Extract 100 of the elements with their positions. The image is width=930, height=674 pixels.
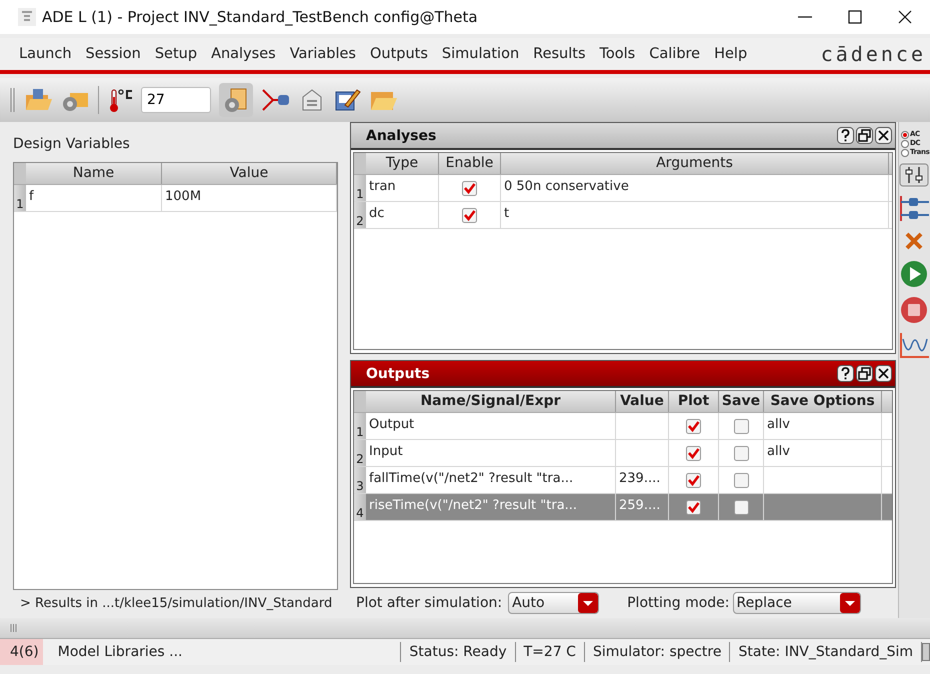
row-number: 1 <box>14 185 26 211</box>
float-window-icon[interactable] <box>856 127 873 144</box>
status-text: Model Libraries ... <box>42 642 402 662</box>
table-cell: 100M <box>162 185 337 211</box>
column-header[interactable]: Type <box>366 153 439 174</box>
results-path: > Results in ...t/klee15/simulation/INV_Standard <box>19 595 332 613</box>
checkbox[interactable] <box>686 472 701 488</box>
row-number: 1 <box>354 175 366 201</box>
table-cell: 259.... <box>616 494 669 520</box>
status-text: 4(6) <box>0 639 43 665</box>
table-cell: Output <box>366 413 616 439</box>
table-cell: f <box>26 185 162 211</box>
menu-item[interactable]: Session <box>78 43 148 65</box>
menu-item[interactable]: Outputs <box>362 43 435 65</box>
column-header[interactable]: Save <box>719 391 764 412</box>
row-number: 4 <box>354 494 366 520</box>
table-row[interactable]: 3 fallTime(v("/net2" ?result "tra... 239.... <box>354 467 892 494</box>
brand-logo: cādence <box>820 42 926 66</box>
menu-item[interactable]: Simulation <box>434 43 526 65</box>
column-header[interactable]: Name/Signal/Expr <box>366 391 616 412</box>
thermometer-icon <box>107 87 133 113</box>
checkbox[interactable] <box>462 208 477 222</box>
radio-button[interactable] <box>901 140 909 148</box>
column-header[interactable]: Plot <box>669 391 719 412</box>
row-number: 2 <box>354 440 366 466</box>
menu-item[interactable]: Launch <box>12 43 79 65</box>
table-cell: t <box>501 202 889 228</box>
waveform-icon[interactable] <box>899 331 929 359</box>
panel-title: Design Variables <box>12 135 131 154</box>
table-cell: Input <box>366 440 616 466</box>
row-number: 2 <box>354 202 366 228</box>
field-label: Plot after simulation: <box>356 595 502 611</box>
checkbox[interactable] <box>734 446 748 460</box>
folder-icon[interactable] <box>24 87 52 113</box>
menu-item[interactable]: Setup <box>148 43 204 65</box>
grip-icon <box>10 86 16 114</box>
table-corner <box>354 391 366 412</box>
float-window-icon[interactable] <box>856 365 873 382</box>
row-number: 3 <box>354 467 366 493</box>
checkbox[interactable] <box>686 446 701 460</box>
close-icon[interactable] <box>897 9 913 25</box>
table-row[interactable]: 1 Output allv <box>354 413 892 440</box>
checkbox[interactable] <box>734 472 748 488</box>
gear-document-icon[interactable] <box>223 87 249 113</box>
table-corner <box>354 153 366 174</box>
sliders-icon[interactable] <box>899 163 929 187</box>
column-header[interactable]: Value <box>616 391 669 412</box>
menu-item[interactable]: Tools <box>592 43 642 65</box>
checkbox[interactable] <box>686 418 701 434</box>
menu-item[interactable]: Help <box>707 43 754 65</box>
table-cell: allv <box>764 440 882 466</box>
grip-icon <box>10 624 17 632</box>
help-icon[interactable] <box>837 365 854 382</box>
column-header[interactable]: Arguments <box>501 153 889 174</box>
checkbox[interactable] <box>734 500 748 514</box>
column-header[interactable]: Value <box>162 163 337 184</box>
table-cell: tran <box>366 175 439 201</box>
menu-item[interactable]: Calibre <box>642 43 708 65</box>
run-icon[interactable] <box>899 259 929 289</box>
column-header[interactable]: Name <box>26 163 162 184</box>
plot-after-dropdown[interactable]: Auto <box>508 592 600 614</box>
status-text: Simulator: spectre <box>584 642 730 662</box>
maximize-icon[interactable] <box>847 9 863 25</box>
row-number: 1 <box>354 413 366 439</box>
plotting-mode-dropdown[interactable]: Replace <box>732 592 861 614</box>
temperature-field[interactable]: 27 <box>141 87 211 113</box>
menu-item[interactable]: Variables <box>282 43 363 65</box>
checkbox[interactable] <box>462 180 477 196</box>
panel-title: Analyses <box>366 128 438 144</box>
menu-item[interactable]: Results <box>526 43 593 65</box>
status-text: T=27 C <box>516 642 585 662</box>
table-cell: 0 50n conservative <box>501 175 889 201</box>
checkbox[interactable] <box>734 418 748 434</box>
window-title: ADE L (1) - Project INV_Standard_TestBench config@Theta <box>42 8 479 26</box>
table-cell: riseTime(v("/net2" ?result "tra... <box>366 494 616 520</box>
radio-button[interactable] <box>901 148 909 156</box>
table-cell: allv <box>764 413 882 439</box>
component-list-icon[interactable] <box>899 193 929 223</box>
menu-item[interactable]: Analyses <box>204 43 283 65</box>
table-cell: 239.... <box>616 467 669 493</box>
help-icon[interactable] <box>837 127 854 144</box>
column-header[interactable]: Enable <box>439 153 501 174</box>
close-icon[interactable] <box>875 365 892 382</box>
table-corner <box>14 163 26 184</box>
edit-form-icon[interactable] <box>333 87 361 113</box>
close-icon[interactable] <box>875 127 892 144</box>
status-text: Status: Ready <box>401 642 516 662</box>
table-cell: dc <box>366 202 439 228</box>
table-row[interactable]: 2 Input allv <box>354 440 892 467</box>
table-cell: fallTime(v("/net2" ?result "tra... <box>366 467 616 493</box>
panel-title: Outputs <box>366 366 431 382</box>
table-row[interactable]: 4 riseTime(v("/net2" ?result "tra... 259.... <box>354 494 892 521</box>
column-header[interactable]: Save Options <box>764 391 882 412</box>
probe-icon[interactable] <box>261 87 291 113</box>
field-label: Plotting mode: <box>627 595 730 611</box>
app-icon <box>18 8 36 26</box>
checkbox[interactable] <box>686 500 701 514</box>
stop-icon[interactable] <box>899 295 929 325</box>
resize-grip-icon <box>922 643 930 661</box>
radio-button[interactable] <box>901 130 909 138</box>
